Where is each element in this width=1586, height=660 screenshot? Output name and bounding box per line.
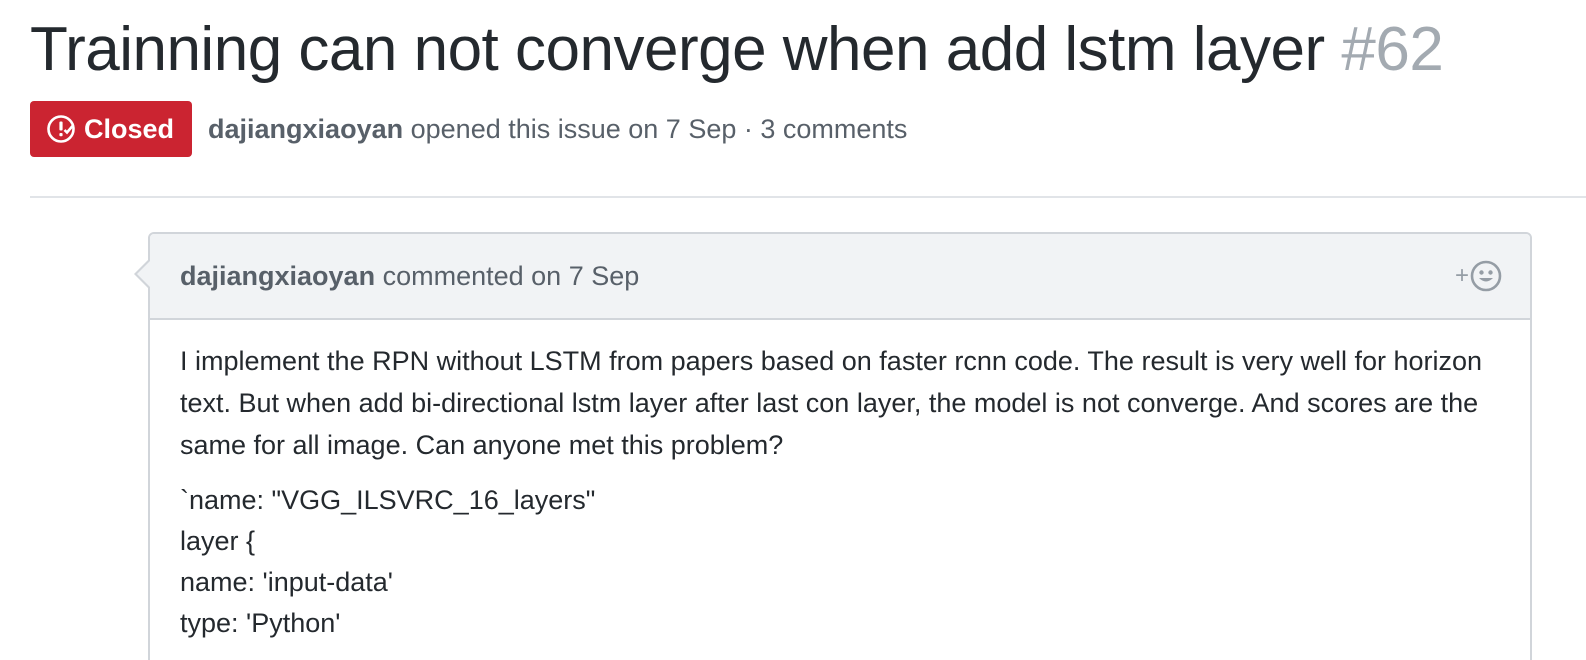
issue-meta: Closed dajiangxiaoyan opened this issue … bbox=[30, 101, 907, 157]
issue-title-text: Trainning can not converge when add lstm… bbox=[30, 15, 1325, 84]
comment-author-link[interactable]: dajiangxiaoyan bbox=[180, 261, 375, 292]
code-line: type: 'Python' bbox=[180, 608, 341, 638]
code-line: layer { bbox=[180, 526, 256, 556]
state-badge: Closed bbox=[30, 101, 193, 157]
plus-icon: + bbox=[1454, 262, 1469, 289]
add-reaction-button[interactable]: + bbox=[1455, 260, 1502, 292]
state-label: Closed bbox=[84, 113, 175, 144]
issue-meta-text: dajiangxiaoyan opened this issue on 7 Se… bbox=[208, 114, 907, 145]
issue-closed-icon bbox=[47, 115, 75, 143]
comment-body: I implement the RPN without LSTM from pa… bbox=[150, 320, 1530, 644]
issue-page: Trainning can not converge when add lstm… bbox=[0, 0, 1586, 660]
issue-author-link[interactable]: dajiangxiaoyan bbox=[208, 114, 403, 144]
header-divider bbox=[30, 196, 1586, 198]
issue-title: Trainning can not converge when add lstm… bbox=[30, 12, 1444, 88]
comment: dajiangxiaoyan commented on 7 Sep + I im… bbox=[134, 232, 1532, 660]
smiley-icon bbox=[1470, 260, 1502, 292]
code-line: `name: "VGG_ILSVRC_16_layers" bbox=[180, 485, 596, 515]
issue-opened-text: opened this issue on 7 Sep · 3 comments bbox=[410, 113, 908, 144]
comment-timestamp[interactable]: commented on 7 Sep bbox=[383, 261, 640, 292]
code-line: name: 'input-data' bbox=[180, 567, 393, 597]
code-block: `name: "VGG_ILSVRC_16_layers" layer { na… bbox=[180, 480, 1500, 644]
comment-arrow-fill bbox=[137, 260, 151, 288]
comment-paragraph: I implement the RPN without LSTM from pa… bbox=[180, 346, 1483, 460]
issue-number: #62 bbox=[1341, 15, 1444, 84]
comment-header: dajiangxiaoyan commented on 7 Sep + bbox=[150, 234, 1530, 320]
